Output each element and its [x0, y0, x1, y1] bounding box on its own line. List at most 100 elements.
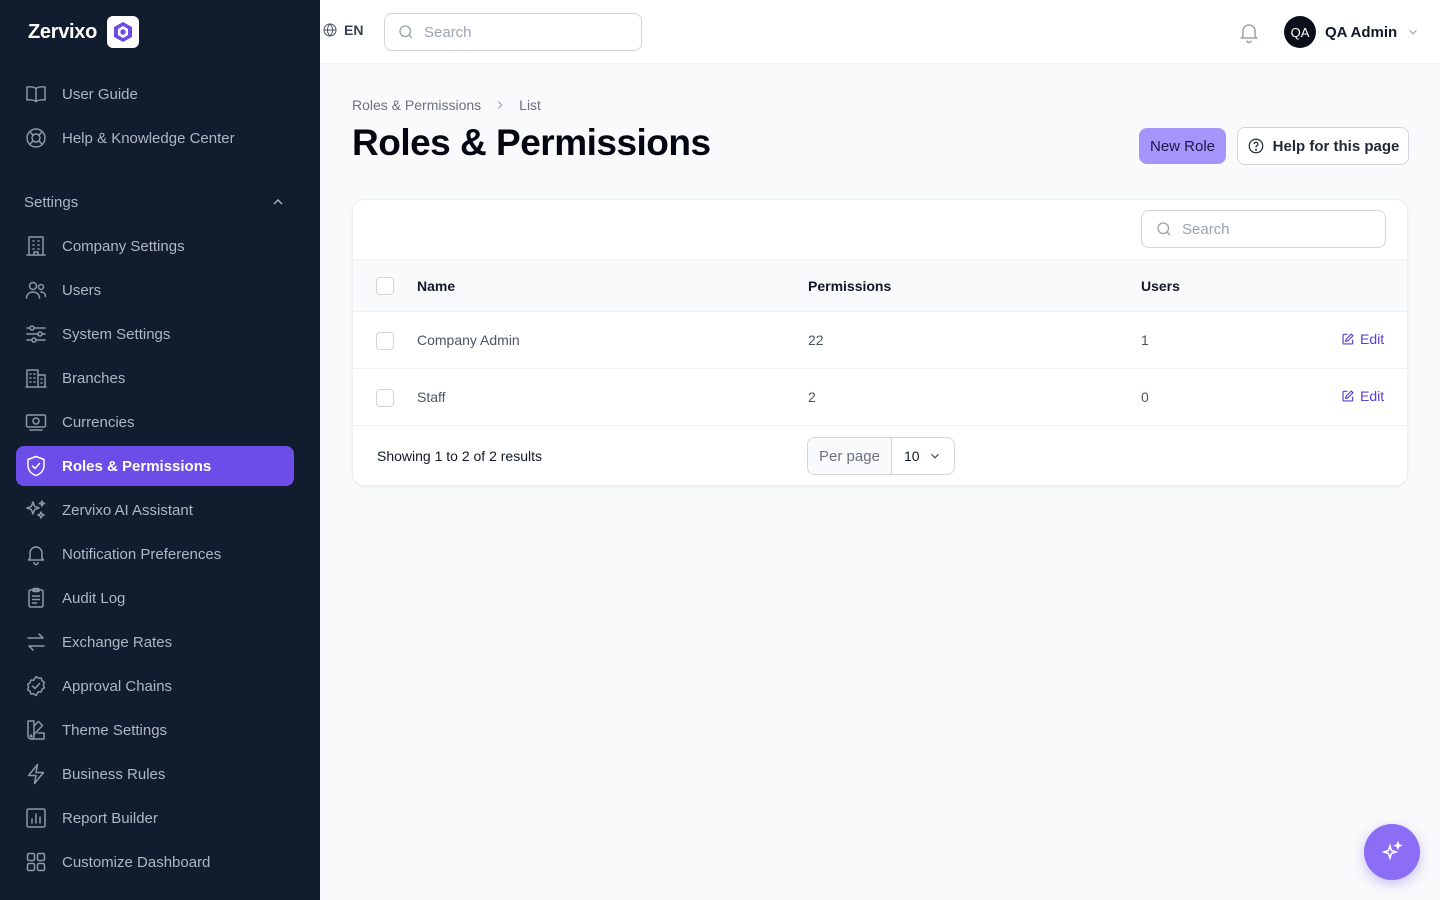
sidebar-nav: User Guide Help & Knowledge Center Setti… — [16, 74, 294, 886]
sidebar-item-label: User Guide — [62, 85, 138, 103]
bell-icon — [1240, 24, 1258, 44]
table-search-input[interactable] — [1182, 220, 1362, 238]
table-search[interactable] — [1141, 210, 1386, 248]
sidebar-item-system-settings[interactable]: System Settings — [16, 314, 294, 354]
per-page-value: 10 — [904, 448, 920, 464]
per-page-control: Per page 10 — [807, 437, 955, 475]
sidebar-group-label: Settings — [24, 193, 79, 211]
sidebar-item-audit-log[interactable]: Audit Log — [16, 578, 294, 618]
help-button-label: Help for this page — [1272, 137, 1400, 155]
column-header-users: Users — [1141, 278, 1180, 294]
sidebar-item-theme-settings[interactable]: Theme Settings — [16, 710, 294, 750]
row-checkbox[interactable] — [376, 389, 394, 407]
help-button[interactable]: Help for this page — [1237, 127, 1409, 165]
sidebar-item-label: Exchange Rates — [62, 633, 173, 651]
roles-table-card: Name Permissions Users Company Admin 22 … — [352, 199, 1408, 486]
sidebar-item-label: Business Rules — [62, 765, 166, 783]
bolt-icon — [27, 763, 45, 785]
edit-button[interactable]: Edit — [1341, 388, 1384, 404]
check-badge-icon — [26, 675, 46, 697]
new-role-button[interactable]: New Role — [1139, 128, 1226, 164]
sidebar-group-settings[interactable]: Settings — [16, 182, 294, 222]
users-icon — [25, 281, 47, 299]
row-checkbox[interactable] — [376, 332, 394, 350]
table-header: Name Permissions Users — [353, 259, 1407, 312]
role-users-count: 1 — [1141, 332, 1149, 348]
breadcrumb: Roles & Permissions List — [352, 97, 541, 113]
sidebar-item-label: System Settings — [62, 325, 171, 343]
per-page-select[interactable]: 10 — [892, 438, 954, 474]
sparkles-icon — [1381, 840, 1403, 861]
pencil-square-icon — [1342, 390, 1354, 402]
column-header-permissions: Permissions — [808, 278, 892, 294]
role-users-count: 0 — [1141, 389, 1149, 405]
edit-button[interactable]: Edit — [1341, 331, 1384, 347]
pagination-summary: Showing 1 to 2 of 2 results — [377, 448, 542, 464]
global-search-input[interactable] — [424, 23, 624, 41]
sidebar-item-report-builder[interactable]: Report Builder — [16, 798, 294, 838]
sidebar-item-roles-permissions[interactable]: Roles & Permissions — [16, 446, 294, 486]
sidebar-item-customize-dashboard[interactable]: Customize Dashboard — [16, 842, 294, 882]
avatar: QA — [1284, 16, 1316, 48]
cash-icon — [25, 414, 47, 431]
shield-check-icon — [27, 455, 45, 477]
role-permissions-count: 2 — [808, 389, 816, 405]
sidebar-item-currencies[interactable]: Currencies — [16, 402, 294, 442]
role-name: Staff — [417, 389, 446, 405]
sidebar-item-branches[interactable]: Branches — [16, 358, 294, 398]
sidebar-item-ai-assistant[interactable]: Zervixo AI Assistant — [16, 490, 294, 530]
user-menu[interactable]: QA QA Admin — [1284, 16, 1420, 48]
global-search[interactable] — [384, 13, 642, 51]
grid-icon — [26, 852, 46, 872]
table-row: Company Admin 22 1 Edit — [353, 312, 1407, 369]
per-page-label: Per page — [808, 438, 892, 474]
ai-assistant-button[interactable] — [1364, 824, 1420, 880]
language-label: EN — [344, 22, 364, 38]
sidebar-item-notification-preferences[interactable]: Notification Preferences — [16, 534, 294, 574]
topbar: EN QA QA Admin — [320, 0, 1440, 64]
swatch-icon — [27, 720, 45, 740]
language-switcher[interactable]: EN — [322, 22, 363, 38]
breadcrumb-parent[interactable]: Roles & Permissions — [352, 97, 481, 113]
brand-name: Zervixo — [28, 20, 98, 43]
office-icon — [25, 369, 47, 388]
edit-label: Edit — [1360, 331, 1385, 347]
sidebar-item-label: Audit Log — [62, 589, 126, 607]
sidebar-item-company-settings[interactable]: Company Settings — [16, 226, 294, 266]
role-permissions-count: 22 — [808, 332, 824, 348]
sidebar-item-label: Company Settings — [62, 237, 185, 255]
user-name: QA Admin — [1325, 23, 1398, 41]
sidebar-item-approval-chains[interactable]: Approval Chains — [16, 666, 294, 706]
sidebar-item-label: Users — [62, 281, 102, 299]
sidebar-item-label: Theme Settings — [62, 721, 168, 739]
chevron-down-icon — [931, 453, 939, 459]
pencil-square-icon — [1342, 333, 1354, 345]
sidebar-item-user-guide[interactable]: User Guide — [16, 74, 294, 114]
sidebar-item-users[interactable]: Users — [16, 270, 294, 310]
sidebar-item-label: Roles & Permissions — [62, 457, 212, 475]
sidebar-item-label: Zervixo AI Assistant — [62, 501, 193, 519]
search-icon — [399, 25, 413, 39]
notifications-button[interactable] — [1237, 20, 1261, 44]
role-name: Company Admin — [417, 332, 520, 348]
chevron-up-icon — [273, 199, 283, 205]
arrows-icon — [27, 633, 45, 651]
sidebar-item-exchange-rates[interactable]: Exchange Rates — [16, 622, 294, 662]
sidebar: Zervixo User Guide Help & Knowledge Cent… — [0, 0, 320, 900]
clipboard-icon — [28, 587, 44, 608]
edit-label: Edit — [1360, 388, 1385, 404]
book-icon — [26, 86, 46, 103]
breadcrumb-current: List — [519, 97, 541, 113]
bell-icon — [27, 546, 45, 566]
sidebar-item-label: Approval Chains — [62, 677, 173, 695]
chart-icon — [26, 808, 46, 828]
select-all-checkbox[interactable] — [376, 277, 394, 295]
sparkles-icon — [26, 500, 46, 519]
sidebar-item-business-rules[interactable]: Business Rules — [16, 754, 294, 794]
column-header-name[interactable]: Name — [417, 278, 455, 294]
sidebar-item-help-center[interactable]: Help & Knowledge Center — [16, 118, 294, 158]
globe-icon — [323, 23, 337, 37]
brand-logo-icon — [107, 16, 140, 48]
brand[interactable]: Zervixo — [28, 16, 140, 48]
search-icon — [1157, 222, 1171, 236]
